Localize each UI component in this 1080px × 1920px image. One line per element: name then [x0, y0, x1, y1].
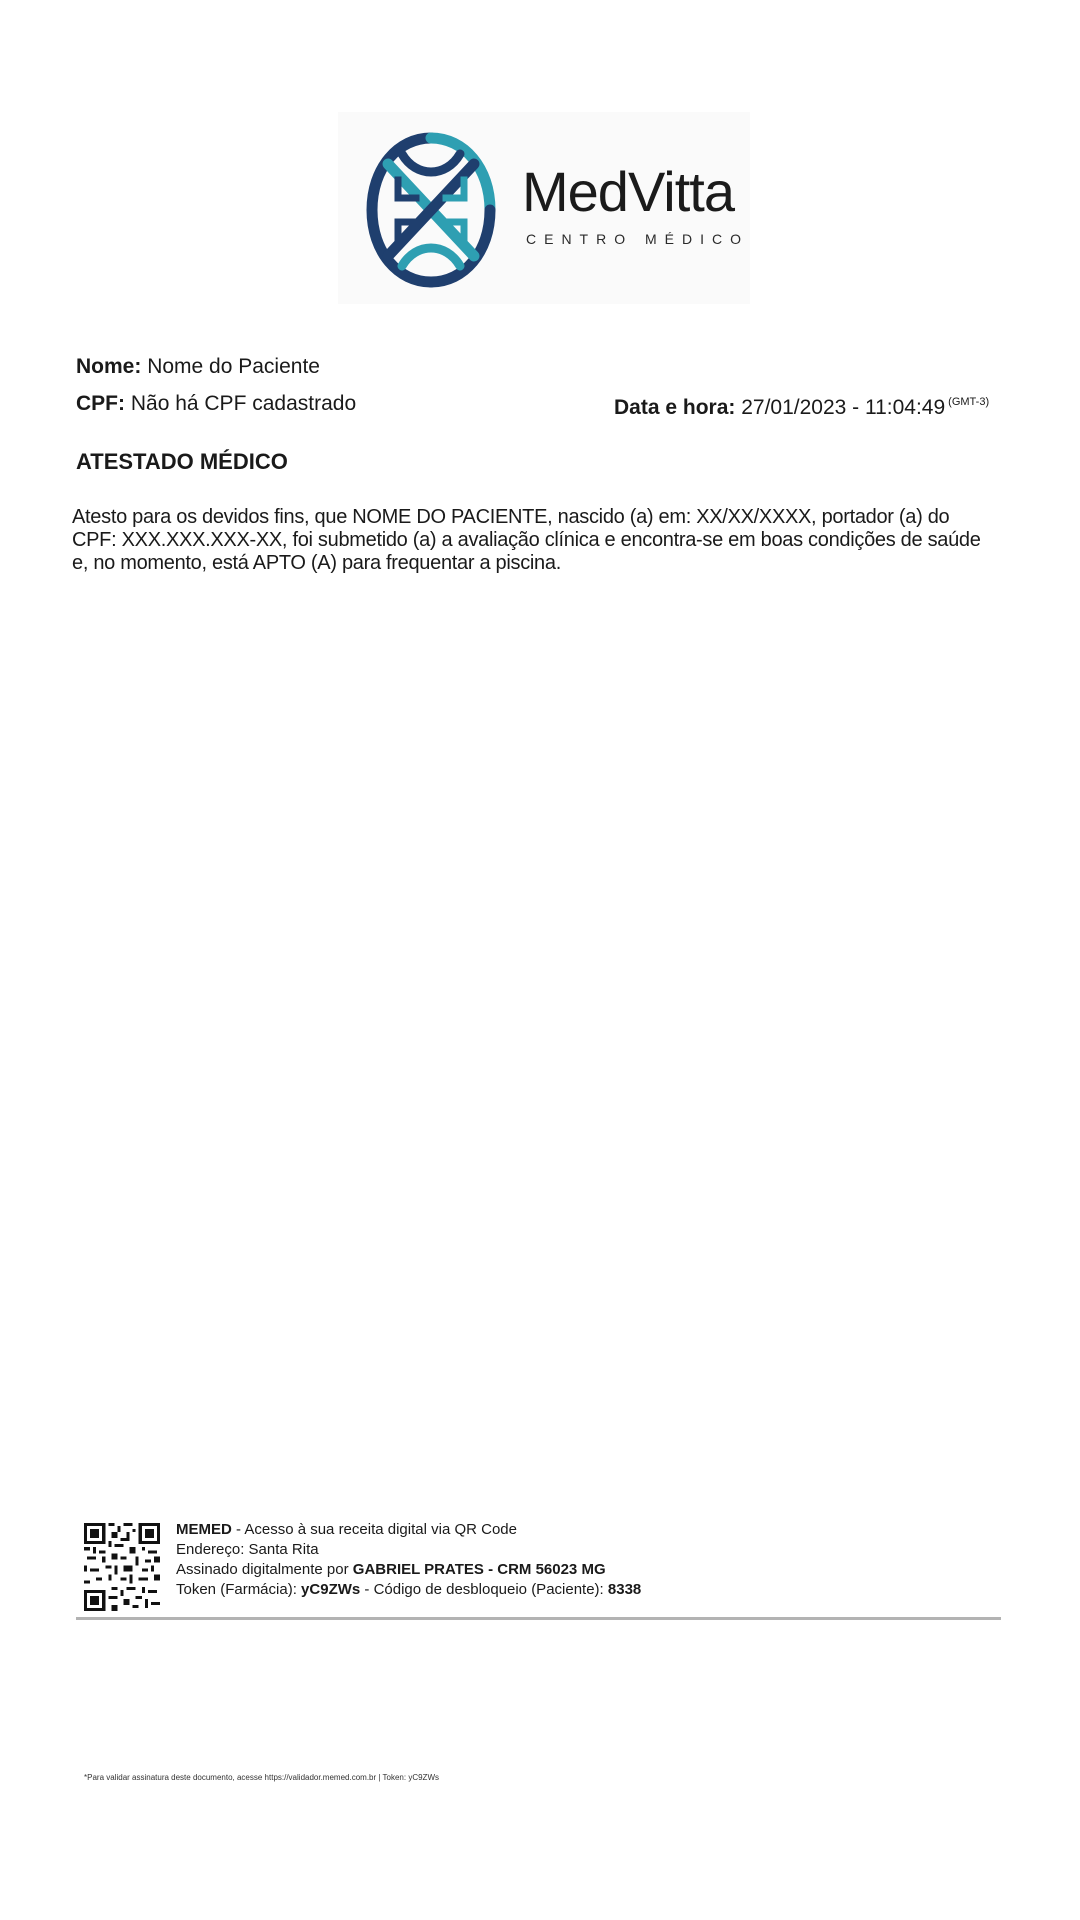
document-page: MedVitta CENTRO MÉDICO Nome: Nome do Pac…: [0, 0, 1080, 1920]
memed-brand: MEMED: [176, 1521, 232, 1538]
patient-name-value: Nome do Paciente: [147, 355, 320, 378]
date-time-label: Data e hora:: [614, 396, 736, 419]
clinic-logo: MedVitta CENTRO MÉDICO: [338, 112, 750, 304]
memed-info: MEMED - Acesso à sua receita digital via…: [176, 1520, 641, 1600]
timezone-label: (GMT-3): [948, 396, 990, 408]
date-time-row: Data e hora: 27/01/2023 - 11:04:49 (GMT-3…: [614, 396, 990, 419]
patient-name-label: Nome:: [76, 355, 142, 378]
patient-name-row: Nome: Nome do Paciente: [76, 356, 320, 377]
certificate-body: Atesto para os devidos fins, que NOME DO…: [72, 506, 1012, 575]
body-line: CPF: XXX.XXX.XXX-XX, foi submetido (a) a…: [72, 529, 981, 551]
token-line: Token (Farmácia): yC9ZWs - Código de des…: [176, 1580, 641, 1600]
pharmacy-token: yC9ZWs: [301, 1581, 361, 1598]
signer-name: GABRIEL PRATES - CRM 56023 MG: [352, 1561, 606, 1578]
validation-note: *Para validar assinatura deste documento…: [84, 1773, 439, 1782]
signature-prefix: Assinado digitalmente por: [176, 1561, 353, 1578]
medvitta-cross-logo-icon: [366, 132, 496, 288]
document-title: ATESTADO MÉDICO: [76, 449, 288, 474]
patient-cpf-row: CPF: Não há CPF cadastrado: [76, 393, 356, 414]
clinic-subtitle: CENTRO MÉDICO: [526, 231, 749, 247]
body-line: Atesto para os devidos fins, que NOME DO…: [72, 506, 950, 528]
token-prefix: Token (Farmácia):: [176, 1581, 302, 1598]
date-time-value: 27/01/2023 - 11:04:49: [741, 396, 946, 419]
qr-code-icon[interactable]: [84, 1522, 160, 1612]
memed-access-text: - Acesso à sua receita digital via QR Co…: [231, 1521, 517, 1538]
signature-line: Assinado digitalmente por GABRIEL PRATES…: [176, 1560, 641, 1580]
patient-cpf-value: Não há CPF cadastrado: [130, 392, 357, 415]
memed-access-line: MEMED - Acesso à sua receita digital via…: [176, 1520, 641, 1540]
body-line: e, no momento, está APTO (A) para freque…: [72, 552, 561, 574]
patient-cpf-label: CPF:: [76, 392, 125, 415]
unlock-code: 8338: [607, 1581, 642, 1598]
unlock-code-label: - Código de desbloqueio (Paciente):: [360, 1581, 608, 1598]
clinic-name: MedVitta: [522, 160, 735, 223]
footer-divider: [76, 1617, 1001, 1620]
address-line: Endereço: Santa Rita: [176, 1541, 319, 1558]
